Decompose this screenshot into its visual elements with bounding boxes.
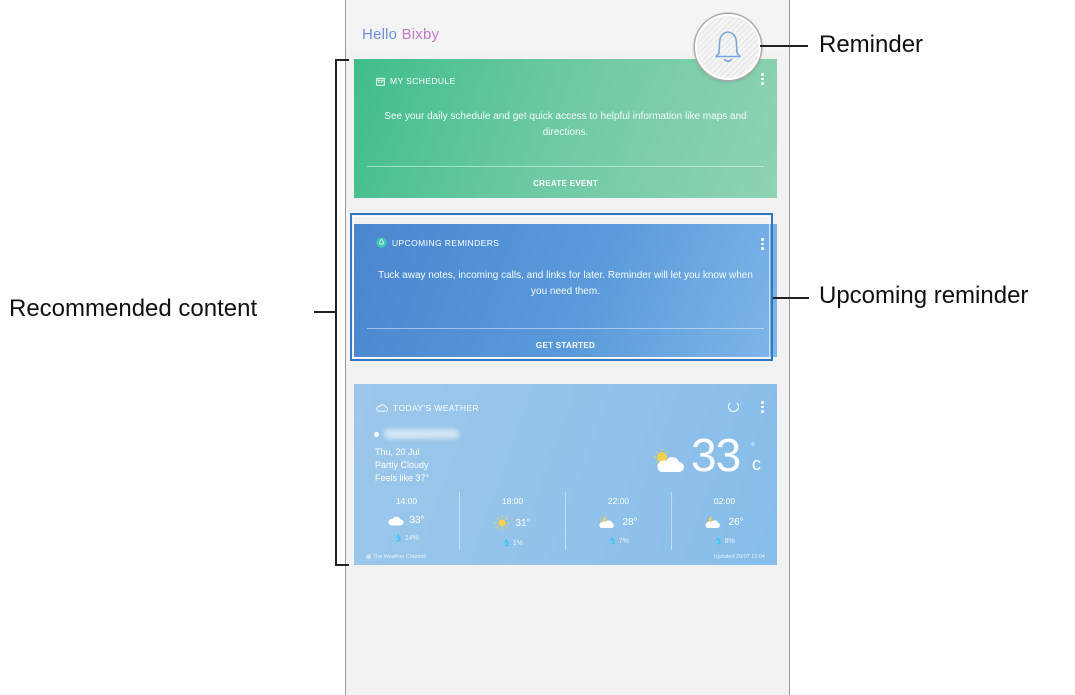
hourly-forecast: 14:00 33° 💧 14% 18:00 31° 💧 1% 22:00 28°…: [354, 492, 777, 550]
calendar-icon: [376, 77, 385, 86]
weather-card-title: TODAY'S WEATHER: [393, 403, 480, 413]
forecast-precip: 💧 14%: [394, 535, 419, 542]
forecast-hour: 14:00 33° 💧 14%: [354, 492, 459, 550]
reminder-leader-line: [760, 45, 808, 47]
degree-symbol: °: [751, 442, 755, 453]
create-event-button[interactable]: CREATE EVENT: [354, 179, 777, 188]
weather-condition: Partly Cloudy: [375, 460, 429, 470]
recommended-content-bracket-bottom: [335, 564, 349, 566]
current-temperature: 33: [691, 429, 741, 481]
upcoming-reminder-label: Upcoming reminder: [819, 282, 1029, 309]
greeting-title: Hello Bixby: [362, 26, 439, 43]
forecast-precip: 💧 7%: [608, 538, 629, 545]
upcoming-reminder-leader-line: [773, 297, 809, 299]
moon-cloud-icon: [705, 516, 721, 528]
forecast-temp: 31°: [515, 517, 531, 529]
forecast-temp: 33°: [409, 515, 425, 526]
weather-source-label: The Weather Channel: [372, 554, 427, 560]
forecast-time: 02:00: [713, 496, 736, 506]
forecast-precip: 💧 8%: [714, 538, 735, 545]
recommended-content-bracket-top: [335, 59, 349, 61]
location-name-blurred: [384, 429, 459, 439]
schedule-card[interactable]: MY SCHEDULE See your daily schedule and …: [354, 59, 777, 198]
cloud-outline-icon: [376, 404, 388, 412]
moon-cloud-icon: [599, 516, 615, 528]
schedule-card-title: MY SCHEDULE: [390, 76, 456, 86]
partly-cloudy-icon: [654, 449, 684, 472]
forecast-temp: 26°: [728, 516, 744, 528]
forecast-time: 14:00: [395, 496, 418, 506]
upcoming-reminder-highlight-inner: [353, 216, 770, 358]
forecast-time: 22:00: [607, 496, 630, 506]
recommended-content-label: Recommended content: [9, 295, 258, 322]
weather-card-header: TODAY'S WEATHER: [376, 403, 479, 413]
schedule-card-header: MY SCHEDULE: [376, 76, 456, 86]
greeting-hello: Hello: [362, 26, 398, 43]
forecast-hour: 22:00 28° 💧 7%: [565, 492, 671, 550]
recommended-content-leader-line: [314, 311, 335, 313]
forecast-precip: 💧 1%: [502, 540, 523, 547]
weather-card[interactable]: TODAY'S WEATHER Thu, 20 Jul Partly Cloud…: [354, 384, 777, 565]
forecast-hour: 02:00 26° 💧 8%: [671, 492, 777, 550]
greeting-name: Bixby: [401, 26, 440, 43]
forecast-temp: 28°: [622, 516, 638, 528]
reminder-button[interactable]: [695, 14, 761, 80]
recommended-content-bracket: [335, 60, 337, 565]
weather-feels-like: Feels like 37°: [375, 473, 430, 483]
cloud-icon: [388, 516, 404, 525]
more-options-icon[interactable]: [761, 73, 765, 87]
forecast-time: 18:00: [501, 496, 524, 506]
weather-source[interactable]: ▦ The Weather Channel: [366, 554, 426, 560]
weather-updated: Updated 20/07 13:04: [713, 554, 765, 560]
divider: [367, 166, 764, 167]
bell-icon: [715, 31, 741, 63]
location-pin-icon: [374, 432, 379, 437]
more-options-icon[interactable]: [761, 401, 765, 415]
sun-icon: [494, 515, 510, 531]
reminder-label: Reminder: [819, 31, 924, 58]
forecast-hour: 18:00 31° 💧 1%: [459, 492, 565, 550]
weather-date: Thu, 20 Jul: [375, 447, 420, 457]
temperature-unit: c: [752, 454, 761, 474]
refresh-icon[interactable]: [728, 401, 739, 412]
schedule-card-body: See your daily schedule and get quick ac…: [384, 111, 747, 138]
